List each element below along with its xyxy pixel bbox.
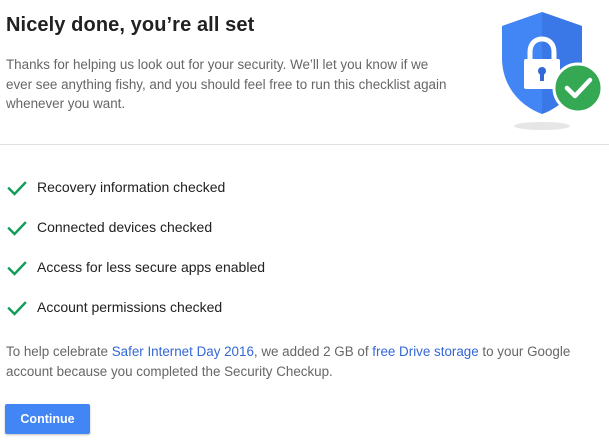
check-item-less-secure-apps: Access for less secure apps enabled — [0, 248, 609, 288]
celebrate-prefix: To help celebrate — [6, 344, 112, 359]
checkup-results-list: Recovery information checked Connected d… — [0, 168, 609, 328]
checkmark-icon — [7, 258, 27, 278]
checkmark-icon — [7, 218, 27, 238]
safer-internet-day-link[interactable]: Safer Internet Day 2016 — [112, 344, 254, 359]
free-drive-storage-link[interactable]: free Drive storage — [372, 344, 478, 359]
check-item-label: Account permissions checked — [37, 299, 223, 315]
security-shield-lock-icon — [494, 8, 606, 136]
check-item-permissions: Account permissions checked — [0, 288, 609, 328]
check-item-label: Connected devices checked — [37, 219, 213, 235]
checkmark-icon — [7, 178, 27, 198]
page-title: Nicely done, you’re all set — [6, 14, 255, 36]
celebrate-text: To help celebrate Safer Internet Day 201… — [6, 342, 606, 381]
check-item-devices: Connected devices checked — [0, 208, 609, 248]
intro-text: Thanks for helping us look out for your … — [6, 57, 447, 111]
continue-button[interactable]: Continue — [5, 404, 90, 434]
celebrate-middle: , we added 2 GB of — [253, 344, 373, 359]
security-checkup-complete: Nicely done, you’re all set Thanks for h… — [0, 0, 609, 440]
section-divider — [0, 144, 609, 145]
check-item-recovery: Recovery information checked — [0, 168, 609, 208]
check-item-label: Access for less secure apps enabled — [37, 259, 266, 275]
checkmark-icon — [7, 298, 27, 318]
check-item-label: Recovery information checked — [37, 179, 226, 195]
